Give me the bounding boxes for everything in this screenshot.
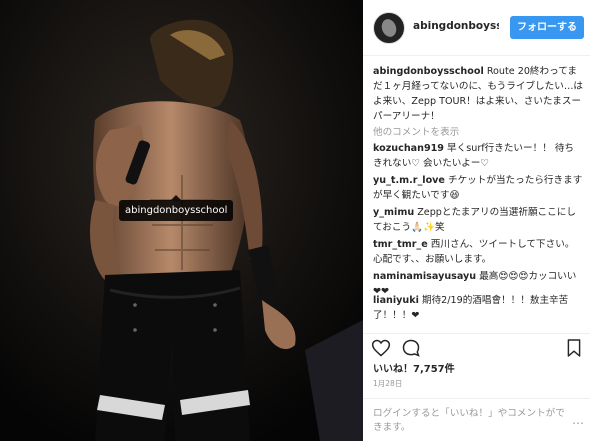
login-prompt: ログインすると「いいね！」やコメントができます。	[363, 398, 590, 441]
comment-username[interactable]: naminamisayusayu	[373, 271, 476, 282]
bookmark-icon[interactable]	[566, 338, 582, 358]
comment-icon[interactable]	[401, 338, 421, 358]
comment-username[interactable]: lianiyuki	[373, 295, 419, 306]
heart-icon[interactable]	[371, 338, 391, 358]
post-photo[interactable]: abingdonboysschool	[0, 0, 363, 441]
load-more-comments-link[interactable]: 他のコメントを表示	[373, 124, 459, 138]
post-sidebar: abingdonboysschool フォローする abingdonboyssc…	[363, 0, 590, 441]
follow-button[interactable]: フォローする	[510, 16, 584, 39]
comment-item: yu_t.m.r_love チケットが当たったら行きますが早く観たいです😆	[373, 173, 583, 203]
post-date: 1月28日	[373, 379, 403, 388]
comment-username[interactable]: yu_t.m.r_love	[373, 175, 445, 186]
caption-username[interactable]: abingdonboysschool	[373, 66, 484, 77]
post-header: abingdonboysschool フォローする	[363, 0, 590, 56]
comment-username[interactable]: tmr_tmr_e	[373, 239, 428, 250]
action-bar	[363, 333, 590, 361]
more-options-icon[interactable]: …	[572, 413, 584, 427]
comment-username[interactable]: kozuchan919	[373, 143, 444, 154]
comment-item: kozuchan919 早くsurf行きたいー！！ 待ちきれない♡ 会いたいよー…	[373, 141, 583, 171]
avatar[interactable]	[373, 12, 405, 44]
photo-user-tag[interactable]: abingdonboysschool	[119, 195, 234, 221]
comment-item: y_mimu Zeppとたまアリの当選祈願ここにしておこう🙏🏻✨笑	[373, 205, 583, 235]
header-username[interactable]: abingdonboysschool	[413, 20, 499, 32]
comment-item: tmr_tmr_e 西川さん、ツイートして下さい。心配です、、お願いします。	[373, 237, 583, 267]
likes-count[interactable]: いいね！7,757件	[373, 360, 455, 375]
comment-item: lianiyuki 期待2/19的酒唱會！！！敖主辛苦了！！！❤	[373, 293, 583, 323]
comment-username[interactable]: y_mimu	[373, 207, 414, 218]
login-prompt-text[interactable]: ログインすると「いいね！」やコメントができます。	[373, 407, 573, 435]
caption: abingdonboysschool Route 20終わってまだ１ヶ月経ってな…	[373, 64, 583, 124]
